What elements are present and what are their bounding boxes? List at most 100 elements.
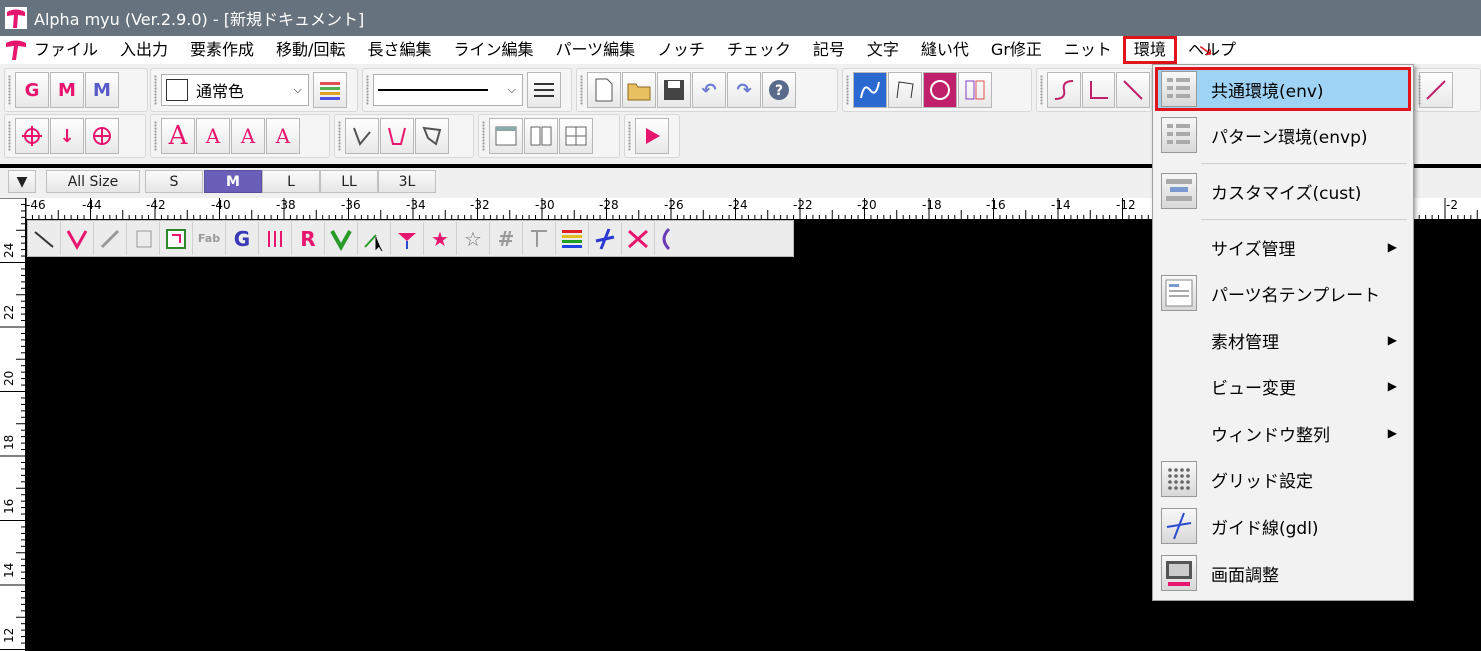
text-a-icon[interactable]: A	[161, 118, 195, 154]
pattern-view-icon[interactable]	[888, 72, 922, 108]
size-tab-m[interactable]: M	[204, 170, 262, 193]
toolbar-text-group: A A A A	[150, 114, 330, 158]
menu-item-pattern-env[interactable]: パターン環境(envp)	[1155, 113, 1411, 157]
point-target-icon[interactable]	[15, 118, 49, 154]
g-tool-icon[interactable]: G	[15, 72, 49, 108]
menu-item-grid-settings[interactable]: グリッド設定	[1155, 457, 1411, 501]
guide-line-icon	[1161, 508, 1197, 544]
book-view-icon[interactable]	[958, 72, 992, 108]
menu-move-rotate[interactable]: 移動/回転	[265, 36, 356, 64]
hanger-tool-icon[interactable]	[391, 222, 424, 255]
pattern-cut-icon[interactable]	[345, 118, 379, 154]
line-draw-icon[interactable]	[28, 222, 61, 255]
cross-line-icon[interactable]	[589, 222, 622, 255]
gm-tool-icon[interactable]: M	[50, 72, 84, 108]
menu-environment[interactable]: 環境	[1122, 36, 1177, 64]
size-bar-toggle-icon[interactable]: ▼	[8, 170, 36, 193]
window-split-icon[interactable]	[524, 118, 558, 154]
ruler-label: -2	[1446, 198, 1458, 212]
menu-parts-edit[interactable]: パーツ編集	[544, 36, 646, 64]
menu-item-guide-line[interactable]: ガイド線(gdl)	[1155, 504, 1411, 548]
text-spacing-icon[interactable]: A	[266, 118, 300, 154]
menu-file[interactable]: ファイル	[28, 36, 109, 64]
star-icon[interactable]: ★	[424, 222, 457, 255]
undo-icon[interactable]: ↶	[692, 72, 726, 108]
menu-create-element[interactable]: 要素作成	[179, 36, 265, 64]
extend-line-icon[interactable]	[1419, 72, 1453, 108]
cross-select-icon[interactable]	[622, 222, 655, 255]
menu-item-window-arrange[interactable]: ウィンドウ整列 ▶	[1155, 411, 1411, 455]
ruler-label: -44	[82, 198, 102, 212]
menu-import-export[interactable]: 入出力	[109, 36, 179, 64]
window-grid-icon[interactable]	[559, 118, 593, 154]
arrow-down-icon[interactable]: ↓	[50, 118, 84, 154]
size-tab-l[interactable]: L	[262, 170, 320, 193]
color-list-icon[interactable]	[313, 72, 347, 108]
fold-tool-icon[interactable]	[94, 222, 127, 255]
pattern-split-icon[interactable]	[380, 118, 414, 154]
menu-separator	[1201, 163, 1407, 164]
menu-grading-fix[interactable]: Gr修正	[980, 36, 1053, 64]
ruler-label: -16	[986, 198, 1006, 212]
right-angle-tool-icon[interactable]	[1081, 72, 1116, 108]
new-document-icon[interactable]	[587, 72, 621, 108]
line-tool-icon[interactable]	[1116, 72, 1151, 108]
fab-tool-icon[interactable]: Fab	[193, 222, 226, 255]
menu-logo-icon[interactable]	[4, 38, 28, 62]
menu-check[interactable]: チェック	[716, 36, 802, 64]
strip-more-icon[interactable]	[655, 222, 675, 255]
menu-item-material-management[interactable]: 素材管理 ▶	[1155, 318, 1411, 362]
m-tool-icon[interactable]: M	[85, 72, 119, 108]
open-folder-icon[interactable]	[622, 72, 656, 108]
circle-view-icon[interactable]	[923, 72, 957, 108]
line-settings-icon[interactable]	[527, 72, 561, 108]
v-tool-icon[interactable]	[325, 222, 358, 255]
window-single-icon[interactable]	[489, 118, 523, 154]
star-select-icon[interactable]: ☆	[457, 222, 490, 255]
select-line-icon[interactable]	[358, 222, 391, 255]
crosshair-icon[interactable]	[85, 118, 119, 154]
menu-item-common-env[interactable]: 共通環境(env)	[1155, 67, 1411, 111]
line-style-select[interactable]: ⌵	[373, 74, 523, 106]
curve-view-icon[interactable]	[853, 72, 887, 108]
menu-knit[interactable]: ニット	[1053, 36, 1123, 64]
menu-item-screen-adjust[interactable]: 画面調整	[1155, 551, 1411, 595]
menu-seam-allowance[interactable]: 縫い代	[910, 36, 980, 64]
menu-line-edit[interactable]: ライン編集	[442, 36, 544, 64]
ruler-label: -36	[341, 198, 361, 212]
menu-item-label: パターン環境(envp)	[1211, 127, 1368, 148]
menu-symbol[interactable]: 記号	[802, 36, 856, 64]
play-icon[interactable]	[635, 118, 669, 154]
curve-tool-icon[interactable]	[1047, 72, 1081, 108]
r-tool-icon[interactable]: R	[292, 222, 325, 255]
size-tab-all[interactable]: All Size	[46, 170, 140, 193]
redo-icon[interactable]: ↷	[727, 72, 761, 108]
pattern-shape-icon[interactable]	[415, 118, 449, 154]
grain-tool-icon[interactable]	[160, 222, 193, 255]
pleat-tool-icon[interactable]	[127, 222, 160, 255]
toolbar-window-group	[478, 114, 620, 158]
dart-tool-icon[interactable]	[61, 222, 94, 255]
ruler-label: -20	[857, 198, 877, 212]
color-select[interactable]: 通常色 ⌵	[161, 74, 309, 106]
menu-length-edit[interactable]: 長さ編集	[356, 36, 442, 64]
help-icon[interactable]: ?	[762, 72, 796, 108]
menu-item-view-change[interactable]: ビュー変更 ▶	[1155, 364, 1411, 408]
size-tab-s[interactable]: S	[145, 170, 203, 193]
menu-notch[interactable]: ノッチ	[646, 36, 716, 64]
menu-text[interactable]: 文字	[856, 36, 910, 64]
mark-tool-icon[interactable]	[259, 222, 292, 255]
hash-grid-icon[interactable]: #	[490, 222, 523, 255]
size-tab-3l[interactable]: 3L	[378, 170, 436, 193]
menu-item-customize[interactable]: カスタマイズ(cust)	[1155, 169, 1411, 213]
text-line-icon[interactable]: A	[196, 118, 230, 154]
ruler-label: -32	[470, 198, 490, 212]
select-tool-icon[interactable]	[523, 222, 556, 255]
size-tab-ll[interactable]: LL	[320, 170, 378, 193]
save-icon[interactable]	[657, 72, 691, 108]
rainbow-lines-icon[interactable]	[556, 222, 589, 255]
menu-item-parts-template[interactable]: パーツ名テンプレート	[1155, 271, 1411, 315]
g-grading-icon[interactable]: G	[226, 222, 259, 255]
menu-item-size-management[interactable]: サイズ管理 ▶	[1155, 225, 1411, 269]
text-edit-icon[interactable]: A	[231, 118, 265, 154]
